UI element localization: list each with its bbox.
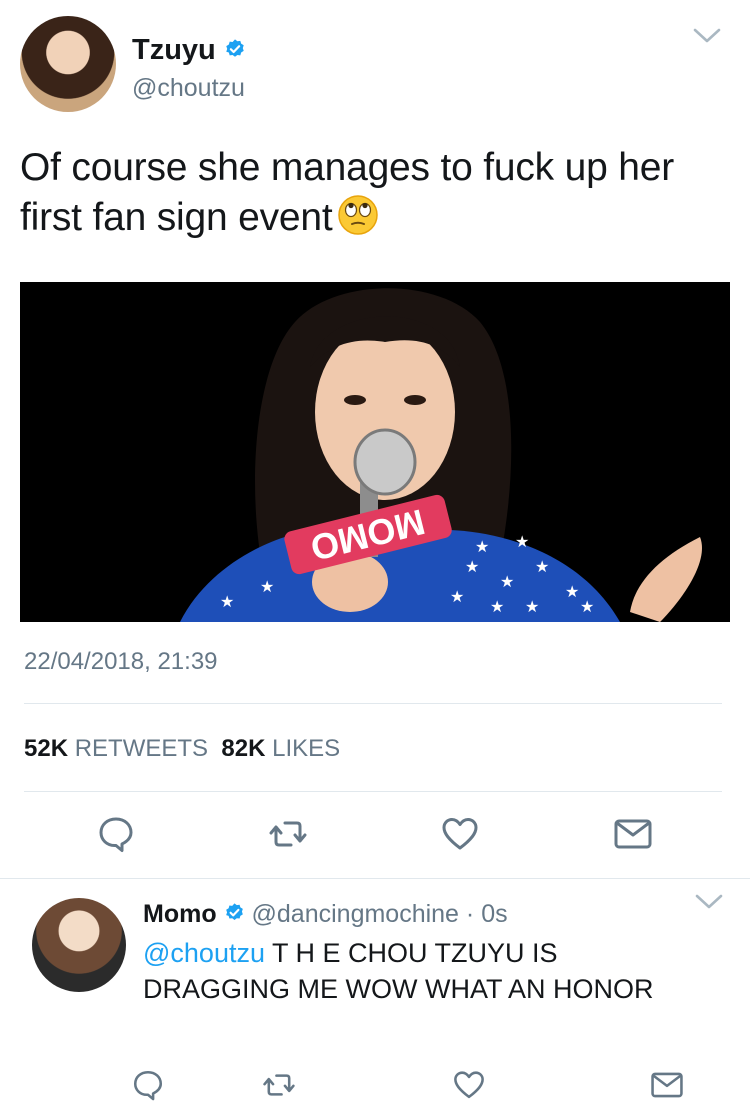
author-name[interactable]: Tzuyu	[132, 34, 216, 66]
reply-text: @choutzu T H E CHOU TZUYU IS DRAGGING ME…	[143, 935, 723, 1007]
separator-dot: ·	[465, 900, 475, 928]
svg-text:★: ★	[450, 587, 464, 606]
svg-text:★: ★	[465, 557, 479, 576]
tweet-timestamp[interactable]: 22/04/2018, 21:39	[24, 648, 218, 676]
verified-badge-icon	[224, 901, 245, 930]
tweet-stats: 52K RETWEETS 82K LIKES	[24, 735, 340, 763]
like-icon[interactable]	[452, 1068, 486, 1102]
likes-count[interactable]: 82K	[221, 735, 265, 762]
reply-text-line2: DRAGGING ME WOW WHAT AN HONOR	[143, 974, 654, 1004]
svg-text:★: ★	[525, 597, 539, 616]
retweet-icon[interactable]	[268, 814, 308, 854]
reply-header: Momo @dancingmochine · 0s	[143, 900, 508, 930]
svg-text:★: ★	[490, 597, 504, 616]
reply-icon[interactable]	[131, 1068, 165, 1102]
divider	[24, 703, 722, 704]
retweets-count[interactable]: 52K	[24, 735, 68, 762]
reply-text-line1: T H E CHOU TZUYU IS	[264, 938, 558, 968]
svg-text:★: ★	[535, 557, 549, 576]
reply-icon[interactable]	[96, 814, 136, 854]
reply-mention-link[interactable]: @choutzu	[143, 938, 265, 968]
message-icon[interactable]	[650, 1068, 684, 1102]
author-handle[interactable]: @choutzu	[132, 74, 245, 103]
tweet-text: Of course she manages to fuck up her fir…	[20, 143, 730, 243]
tweet-media-photo[interactable]: ★ ★ ★ ★ ★ ★ ★ ★ ★ ★ ★ ★ MOMO	[20, 282, 730, 622]
reply-author-name[interactable]: Momo	[143, 900, 217, 928]
reply-author-handle[interactable]: @dancingmochine	[252, 900, 459, 928]
divider	[0, 878, 750, 879]
author-name-row[interactable]: Tzuyu	[132, 34, 246, 68]
reply-time[interactable]: 0s	[481, 900, 507, 928]
chevron-down-icon[interactable]	[692, 26, 722, 46]
svg-text:★: ★	[260, 577, 274, 596]
retweets-label[interactable]: RETWEETS	[75, 735, 208, 762]
svg-text:★: ★	[475, 537, 489, 556]
like-icon[interactable]	[440, 814, 480, 854]
rolling-eyes-emoji-icon	[337, 194, 379, 236]
verified-badge-icon	[224, 35, 246, 68]
author-avatar[interactable]	[20, 16, 116, 112]
svg-text:★: ★	[580, 597, 594, 616]
reply-author-avatar[interactable]	[32, 898, 126, 992]
chevron-down-icon[interactable]	[694, 892, 724, 912]
svg-text:★: ★	[220, 592, 234, 611]
divider	[24, 791, 722, 792]
svg-text:★: ★	[500, 572, 514, 591]
retweet-icon[interactable]	[262, 1068, 296, 1102]
likes-label[interactable]: LIKES	[272, 735, 340, 762]
message-icon[interactable]	[613, 814, 653, 854]
svg-text:★: ★	[515, 532, 529, 551]
svg-text:★: ★	[565, 582, 579, 601]
